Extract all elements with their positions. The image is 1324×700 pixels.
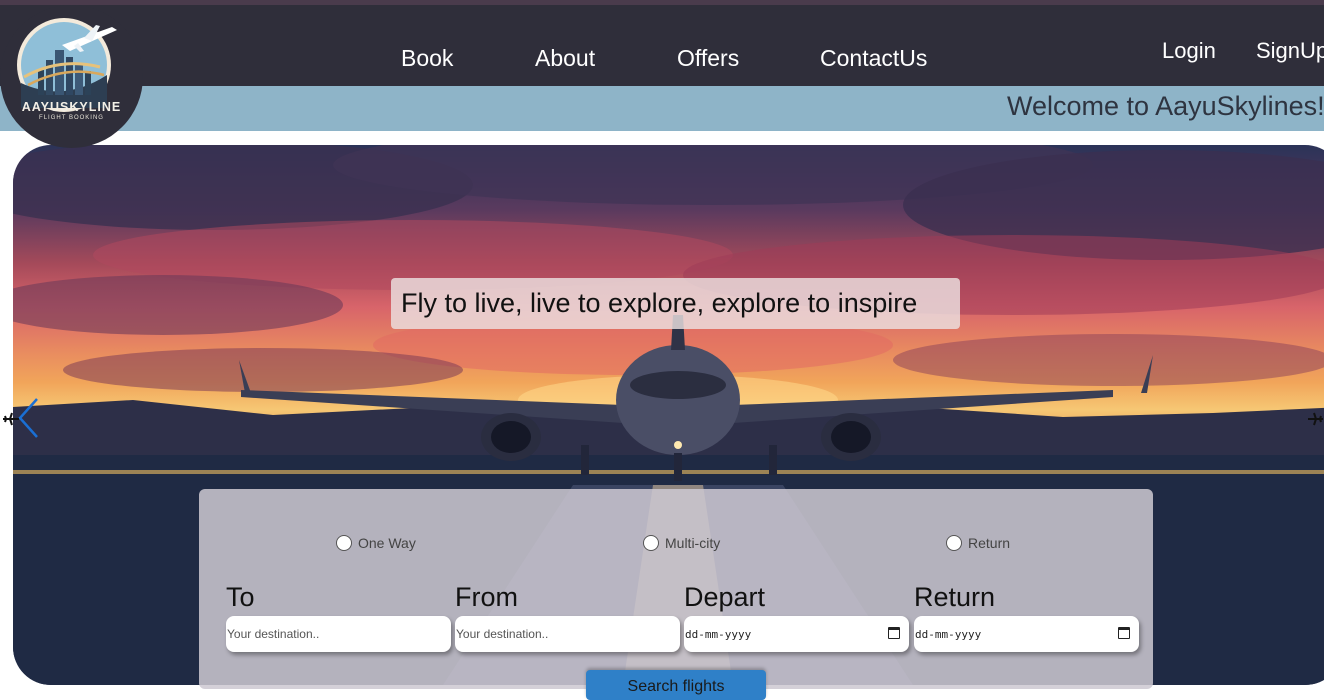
from-label: From (455, 582, 518, 612)
to-label: To (226, 582, 255, 612)
calendar-icon[interactable] (888, 627, 900, 639)
nav-link-about[interactable]: About (535, 45, 595, 72)
plane-left-icon (3, 412, 19, 426)
navbar: Book About Offers ContactUs Login SignUp (0, 5, 1324, 86)
tagline-text: Fly to live, live to explore, explore to… (401, 288, 918, 318)
return-label: Return (914, 582, 996, 612)
logo-subtitle: FLIGHT BOOKING (39, 115, 104, 121)
calendar-icon[interactable] (1118, 627, 1130, 639)
radio-label-multi-city: Multi-city (665, 535, 721, 551)
trip-type-return[interactable]: Return (946, 535, 1010, 551)
signup-link[interactable]: SignUp (1256, 38, 1324, 64)
nav-link-book[interactable]: Book (401, 45, 453, 72)
search-flights-button[interactable]: Search flights (586, 670, 766, 700)
return-date-input[interactable]: dd-mm-yyyy (914, 616, 1139, 652)
logo-emblem-icon (17, 18, 117, 112)
from-input[interactable]: Your destination.. (455, 616, 680, 652)
hero-tagline: Fly to live, live to explore, explore to… (391, 278, 960, 329)
logo-name: AAYUSKYLINE (21, 100, 122, 114)
radio-one-way[interactable] (336, 535, 352, 551)
login-link[interactable]: Login (1162, 38, 1216, 64)
brand-logo[interactable]: AAYUSKYLINE FLIGHT BOOKING (0, 5, 143, 148)
trip-type-one-way[interactable]: One Way (336, 535, 416, 551)
depart-date-input[interactable]: dd-mm-yyyy (684, 616, 909, 652)
from-placeholder: Your destination.. (456, 627, 549, 641)
nav-link-contactus[interactable]: ContactUs (820, 45, 927, 72)
to-input[interactable]: Your destination.. (226, 616, 451, 652)
radio-return[interactable] (946, 535, 962, 551)
welcome-text: Welcome to AayuSkylines! (1007, 91, 1324, 121)
nav-link-offers[interactable]: Offers (677, 45, 739, 72)
depart-label: Depart (684, 582, 766, 612)
trip-type-multi-city[interactable]: Multi-city (643, 535, 720, 551)
radio-multi-city[interactable] (643, 535, 659, 551)
return-date-value: dd-mm-yyyy (915, 627, 982, 641)
welcome-marquee: Welcome to AayuSkylines! (0, 86, 1324, 131)
carousel-next-plane-icon[interactable] (1308, 410, 1324, 428)
to-placeholder: Your destination.. (227, 627, 320, 641)
flight-search-form: One Way Multi-city Return To From Depart… (199, 489, 1153, 700)
depart-date-value: dd-mm-yyyy (685, 627, 752, 641)
radio-label-one-way: One Way (358, 535, 416, 551)
radio-label-return: Return (968, 535, 1011, 551)
